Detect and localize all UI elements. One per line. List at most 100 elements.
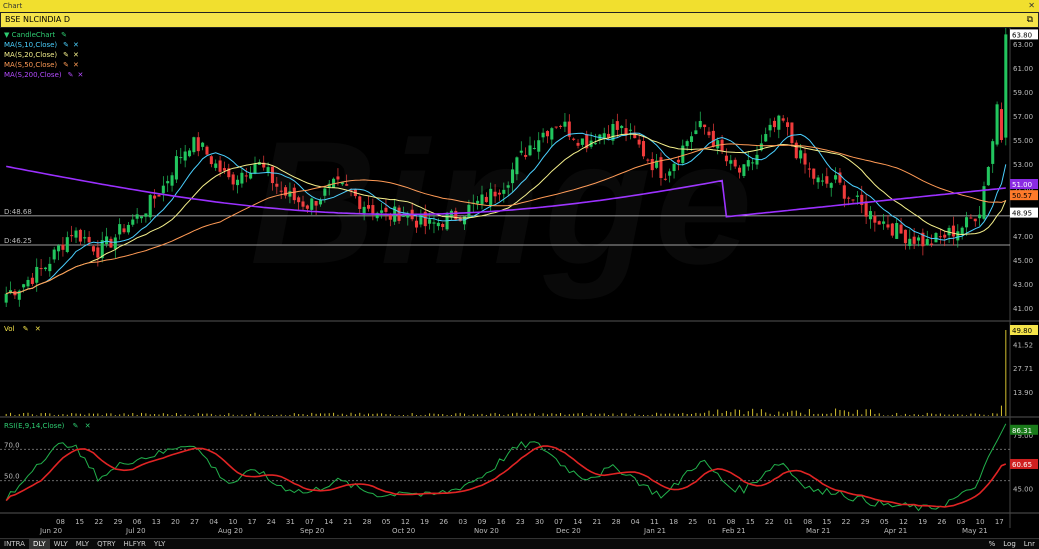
timeframe-tab-wly[interactable]: WLY bbox=[50, 539, 72, 549]
remove-icon[interactable]: ✕ bbox=[73, 61, 79, 69]
x-day-label: 15 bbox=[822, 518, 831, 526]
candle-body bbox=[214, 163, 218, 168]
candle-body bbox=[170, 175, 174, 186]
edit-pen-icon[interactable]: ✎ bbox=[23, 325, 29, 333]
candle-body bbox=[711, 130, 715, 147]
candle-body bbox=[751, 162, 755, 164]
candle-body bbox=[366, 205, 371, 209]
candle-body bbox=[803, 153, 807, 165]
candle-body bbox=[951, 225, 955, 237]
candle-body bbox=[829, 183, 833, 188]
x-month-label: Dec 20 bbox=[556, 527, 581, 535]
scale-option-lnr[interactable]: Lnr bbox=[1024, 540, 1035, 548]
candle-body bbox=[436, 222, 440, 227]
chart-area[interactable]: 63.0061.0059.0057.0055.0053.0051.0049.00… bbox=[0, 28, 1039, 538]
remove-icon[interactable]: ✕ bbox=[73, 51, 79, 59]
edit-pen-icon[interactable]: ✎ bbox=[61, 31, 67, 39]
price-legend: ▼ CandleChart ✎ MA(S,10,Close) ✎ ✕ MA(S,20,Cl… bbox=[4, 30, 83, 80]
candle-body bbox=[380, 210, 384, 213]
candle-body bbox=[454, 210, 458, 220]
candle-body bbox=[842, 185, 846, 199]
candle-body bbox=[506, 185, 510, 188]
edit-pen-icon[interactable]: ✎ bbox=[63, 51, 69, 59]
timeframe-tab-dly[interactable]: DLY bbox=[28, 539, 50, 549]
rsi-level-label: 50.0 bbox=[4, 473, 20, 481]
edit-pen-icon[interactable]: ✎ bbox=[73, 422, 79, 430]
legend-item[interactable]: MA(S,20,Close) ✎ ✕ bbox=[4, 50, 83, 60]
x-day-label: 22 bbox=[94, 518, 103, 526]
candle-body bbox=[57, 245, 61, 252]
price-tag-text: 50.57 bbox=[1012, 192, 1032, 200]
x-day-label: 15 bbox=[75, 518, 84, 526]
edit-pen-icon[interactable]: ✎ bbox=[63, 61, 69, 69]
remove-icon[interactable]: ✕ bbox=[35, 325, 41, 333]
candle-body bbox=[781, 118, 785, 121]
candle-body bbox=[26, 279, 30, 287]
candle-body bbox=[703, 124, 707, 128]
candle-body bbox=[786, 122, 790, 127]
candle-body bbox=[855, 195, 859, 197]
candle-body bbox=[131, 219, 135, 225]
candle-body bbox=[930, 243, 934, 245]
candle-body bbox=[35, 266, 39, 283]
candle-body bbox=[672, 163, 676, 172]
window-menu-icon[interactable]: ⧉ bbox=[1027, 13, 1033, 27]
candle-body bbox=[1004, 34, 1008, 138]
candle-body bbox=[218, 160, 222, 172]
x-day-label: 21 bbox=[343, 518, 352, 526]
price-tag-text: 63.80 bbox=[1012, 31, 1032, 39]
timeframe-tab-yly[interactable]: YLY bbox=[150, 539, 170, 549]
candle-body bbox=[847, 197, 851, 199]
x-day-label: 03 bbox=[458, 518, 467, 526]
candle-body bbox=[724, 155, 728, 162]
x-day-label: 06 bbox=[133, 518, 142, 526]
candle-body bbox=[91, 246, 96, 252]
x-day-label: 19 bbox=[918, 518, 927, 526]
candle-body bbox=[864, 201, 868, 217]
candle-body bbox=[157, 194, 161, 197]
candle-body bbox=[877, 221, 881, 225]
scale-option-log[interactable]: Log bbox=[1003, 540, 1016, 548]
scale-option-percent[interactable]: % bbox=[989, 540, 996, 548]
x-day-label: 08 bbox=[803, 518, 812, 526]
candle-body bbox=[476, 200, 480, 204]
close-icon[interactable]: ✕ bbox=[1028, 0, 1035, 12]
candle-body bbox=[812, 168, 816, 179]
x-day-label: 16 bbox=[497, 518, 506, 526]
remove-icon[interactable]: ✕ bbox=[78, 71, 84, 79]
x-day-label: 14 bbox=[324, 518, 333, 526]
candle-body bbox=[580, 138, 584, 145]
edit-pen-icon[interactable]: ✎ bbox=[63, 41, 69, 49]
legend-item[interactable]: ▼ CandleChart ✎ bbox=[4, 30, 83, 40]
x-month-label: May 21 bbox=[962, 527, 988, 535]
candle-body bbox=[30, 277, 34, 284]
remove-icon[interactable]: ✕ bbox=[73, 41, 79, 49]
candle-body bbox=[991, 141, 995, 164]
candle-body bbox=[537, 140, 541, 152]
legend-label: MA(S,20,Close) bbox=[4, 51, 58, 59]
x-day-label: 03 bbox=[957, 518, 966, 526]
timeframe-tab-hlfyr[interactable]: HLFYR bbox=[120, 539, 150, 549]
legend-item[interactable]: MA(S,200,Close) ✎ ✕ bbox=[4, 70, 83, 80]
legend-item[interactable]: MA(S,50,Close) ✎ ✕ bbox=[4, 60, 83, 70]
candle-body bbox=[174, 156, 178, 180]
candle-body bbox=[61, 244, 65, 250]
candle-body bbox=[305, 205, 309, 209]
legend-item[interactable]: MA(S,10,Close) ✎ ✕ bbox=[4, 40, 83, 50]
candle-body bbox=[707, 131, 711, 136]
timeframe-tab-intra[interactable]: INTRA bbox=[0, 539, 29, 549]
edit-pen-icon[interactable]: ✎ bbox=[68, 71, 74, 79]
window-title: Chart bbox=[3, 2, 23, 10]
ma-line-50 bbox=[6, 143, 1006, 295]
timeframe-tab-mly[interactable]: MLY bbox=[72, 539, 93, 549]
candle-body bbox=[524, 154, 528, 157]
candle-body bbox=[681, 145, 685, 164]
timeframe-tab-qtry[interactable]: QTRY bbox=[93, 539, 119, 549]
chart-svg[interactable]: 63.0061.0059.0057.0055.0053.0051.0049.00… bbox=[0, 28, 1039, 538]
remove-icon[interactable]: ✕ bbox=[85, 422, 91, 430]
candle-body bbox=[345, 184, 349, 186]
candle-body bbox=[301, 201, 305, 207]
x-day-label: 24 bbox=[267, 518, 276, 526]
symbol-label: BSE NLCINDIA D bbox=[5, 15, 71, 24]
candle-body bbox=[249, 173, 253, 179]
